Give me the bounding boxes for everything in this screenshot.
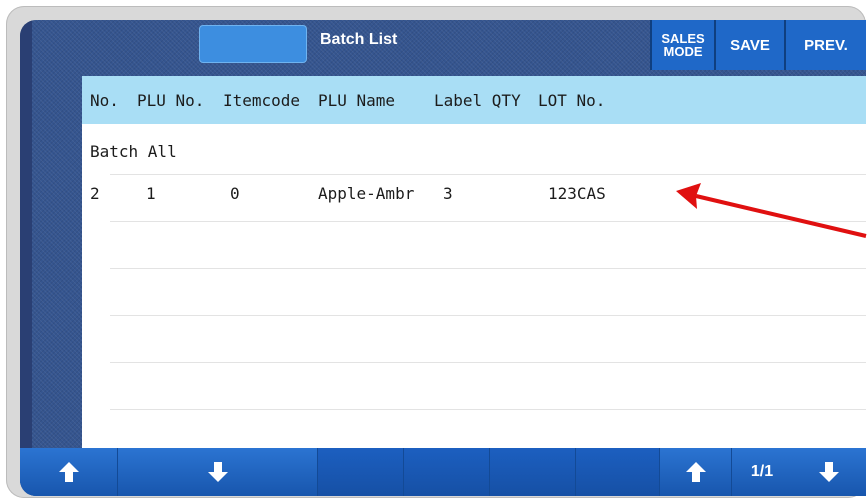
page-indicator: 1/1 bbox=[732, 448, 792, 496]
col-header-no: No. bbox=[90, 91, 119, 110]
footer-blank-key-3[interactable] bbox=[490, 448, 576, 496]
cell-plu-name: Apple-Ambr bbox=[318, 184, 415, 203]
scroll-up-button[interactable] bbox=[20, 448, 118, 496]
cell-itemcode: 0 bbox=[230, 184, 240, 203]
sales-mode-label-line2: MODE bbox=[663, 44, 703, 59]
col-header-lot-no: LOT No. bbox=[538, 91, 606, 110]
sales-mode-button[interactable]: SALES MODE bbox=[650, 20, 714, 70]
row-divider bbox=[110, 221, 866, 222]
col-header-plu-name: PLU Name bbox=[318, 91, 396, 110]
cell-no: 2 bbox=[90, 184, 100, 203]
device-frame: Batch List SALES MODE SAVE PREV. No. PLU… bbox=[6, 6, 866, 498]
page-down-button[interactable] bbox=[792, 448, 866, 496]
down-arrow-icon bbox=[207, 462, 228, 482]
col-header-plu-no: PLU No. bbox=[137, 91, 205, 110]
col-header-label-qty: Label QTY bbox=[434, 91, 521, 110]
prev-button[interactable]: PREV. bbox=[784, 20, 866, 70]
cell-label-qty: 3 bbox=[443, 184, 453, 203]
scroll-down-button[interactable] bbox=[118, 448, 318, 496]
column-header-row: No. PLU No. Itemcode PLU Name Label QTY … bbox=[82, 76, 866, 124]
page-up-button[interactable] bbox=[660, 448, 732, 496]
down-arrow-icon bbox=[819, 462, 839, 482]
row-divider bbox=[110, 409, 866, 410]
footer-toolbar: 1/1 bbox=[20, 448, 866, 496]
batch-list-panel: No. PLU No. Itemcode PLU Name Label QTY … bbox=[82, 76, 866, 448]
row-divider bbox=[110, 362, 866, 363]
row-divider bbox=[110, 268, 866, 269]
up-arrow-icon bbox=[58, 462, 79, 482]
header-search-field[interactable] bbox=[199, 25, 307, 63]
screen: Batch List SALES MODE SAVE PREV. No. PLU… bbox=[20, 20, 866, 496]
batch-all-row[interactable]: Batch All bbox=[90, 142, 177, 161]
up-arrow-icon bbox=[685, 462, 706, 482]
page-title: Batch List bbox=[320, 31, 398, 48]
left-edge bbox=[20, 20, 32, 496]
footer-blank-key-1[interactable] bbox=[318, 448, 404, 496]
row-divider bbox=[110, 315, 866, 316]
save-button[interactable]: SAVE bbox=[714, 20, 784, 70]
row-divider bbox=[110, 174, 866, 175]
col-header-itemcode: Itemcode bbox=[223, 91, 301, 110]
footer-blank-key-2[interactable] bbox=[404, 448, 490, 496]
footer-blank-key-4[interactable] bbox=[576, 448, 660, 496]
cell-lot-no: 123CAS bbox=[548, 184, 606, 203]
cell-plu-no: 1 bbox=[146, 184, 156, 203]
